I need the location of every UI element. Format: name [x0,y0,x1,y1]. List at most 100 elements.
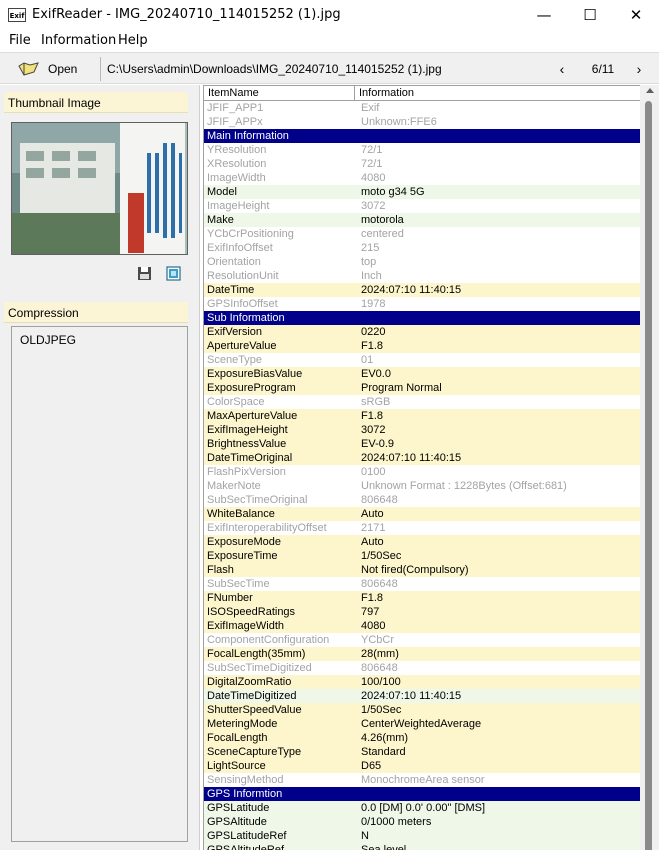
table-row[interactable]: FocalLength(35mm) 28(mm) [204,647,642,661]
column-header-information[interactable]: Information [355,86,641,101]
table-row[interactable]: YResolution 72/1 [204,143,642,157]
table-row[interactable]: JFIF_APP1 Exif [204,101,642,115]
save-icon[interactable] [137,266,152,281]
section-header-row[interactable]: GPS Informtion [204,787,642,801]
item-name-cell: GPSLatitude [207,802,270,814]
table-row[interactable]: SceneType 01 [204,353,642,367]
information-cell: CenterWeightedAverage [361,718,482,730]
table-row[interactable]: Make motorola [204,213,642,227]
open-button[interactable]: Open [18,58,94,80]
table-row[interactable]: DigitalZoomRatio 100/100 [204,675,642,689]
table-row[interactable]: ShutterSpeedValue 1/50Sec [204,703,642,717]
table-row[interactable]: MakerNote Unknown Format : 1228Bytes (Off… [204,479,642,493]
information-cell: 0220 [361,326,386,338]
item-name-cell: ExifImageWidth [207,620,285,632]
table-row[interactable]: WhiteBalance Auto [204,507,642,521]
table-row[interactable]: ColorSpace sRGB [204,395,642,409]
table-row[interactable]: ExifInteroperabilityOffset 2171 [204,521,642,535]
table-row[interactable]: XResolution 72/1 [204,157,642,171]
table-row[interactable]: GPSAltitudeRef Sea level [204,843,642,850]
table-row[interactable]: GPSLatitudeRef N [204,829,642,843]
information-cell: 2024:07:10 11:40:15 [361,452,462,464]
information-cell: Auto [361,508,384,520]
table-header: ItemName Information [204,86,641,101]
table-row[interactable]: Orientation top [204,255,642,269]
information-cell: Unknown:FFE6 [361,116,437,128]
vertical-scrollbar[interactable] [640,85,659,850]
table-row[interactable]: ImageWidth 4080 [204,171,642,185]
table-row[interactable]: SubSecTimeOriginal 806648 [204,493,642,507]
scrollbar-thumb[interactable] [645,101,652,850]
close-button[interactable]: ✕ [613,0,659,30]
section-header-row[interactable]: Sub Information [204,311,642,325]
table-row[interactable]: GPSLatitude 0.0 [DM] 0.0' 0.00" [DMS] [204,801,642,815]
information-cell: EV0.0 [361,368,391,380]
table-row[interactable]: ExposureMode Auto [204,535,642,549]
table-row[interactable]: ExposureTime 1/50Sec [204,549,642,563]
table-row[interactable]: ResolutionUnit Inch [204,269,642,283]
section-header-row[interactable]: Main Information [204,129,642,143]
table-row[interactable]: YCbCrPositioning centered [204,227,642,241]
table-row[interactable]: Flash Not fired(Compulsory) [204,563,642,577]
information-cell: 4080 [361,620,386,632]
next-image-button[interactable]: › [630,60,648,78]
information-cell: centered [361,228,404,240]
information-cell: 1/50Sec [361,550,402,562]
item-name-cell: MeteringMode [207,718,278,730]
table-row[interactable]: SubSecTimeDigitized 806648 [204,661,642,675]
item-name-cell: SceneType [207,354,263,366]
table-row[interactable]: GPSInfoOffset 1978 [204,297,642,311]
table-row[interactable]: GPSAltitude 0/1000 meters [204,815,642,829]
table-row[interactable]: ExifImageHeight 3072 [204,423,642,437]
table-row[interactable]: ExifInfoOffset 215 [204,241,642,255]
information-cell: 806648 [361,578,398,590]
table-row[interactable]: ExposureBiasValue EV0.0 [204,367,642,381]
table-row[interactable]: SensingMethod MonochromeArea sensor [204,773,642,787]
table-row[interactable]: ISOSpeedRatings 797 [204,605,642,619]
table-row[interactable]: FNumber F1.8 [204,591,642,605]
table-row[interactable]: MaxApertureValue F1.8 [204,409,642,423]
menu-file[interactable]: File [9,33,31,48]
information-cell: 3072 [361,200,386,212]
window-title: ExifReader - IMG_20240710_114015252 (1).… [32,7,341,22]
table-row[interactable]: FlashPixVersion 0100 [204,465,642,479]
menu-help[interactable]: Help [118,33,148,48]
information-cell: F1.8 [361,592,384,604]
table-row[interactable]: BrightnessValue EV-0.9 [204,437,642,451]
app-icon: Exif [8,8,26,22]
information-cell: 0100 [361,466,386,478]
maximize-button[interactable]: ☐ [567,0,613,30]
item-name-cell: GPSAltitude [207,816,267,828]
scroll-up-arrow[interactable] [646,88,654,93]
item-name-cell: GPS Informtion [207,788,283,800]
item-name-cell: MaxApertureValue [207,410,298,422]
table-row[interactable]: DateTimeDigitized 2024:07:10 11:40:15 [204,689,642,703]
table-row[interactable]: ApertureValue F1.8 [204,339,642,353]
table-row[interactable]: ExifVersion 0220 [204,325,642,339]
table-row[interactable]: JFIF_APPx Unknown:FFE6 [204,115,642,129]
table-row[interactable]: LightSource D65 [204,759,642,773]
view-image-icon[interactable] [166,266,181,281]
compression-box: OLDJPEG [11,326,188,842]
item-name-cell: ImageWidth [207,172,266,184]
minimize-button[interactable]: — [521,0,567,30]
table-row[interactable]: FocalLength 4.26(mm) [204,731,642,745]
prev-image-button[interactable]: ‹ [553,60,571,78]
menu-information[interactable]: Information [41,33,116,48]
table-row[interactable]: Model moto g34 5G [204,185,642,199]
table-row[interactable]: ImageHeight 3072 [204,199,642,213]
table-row[interactable]: DateTimeOriginal 2024:07:10 11:40:15 [204,451,642,465]
item-name-cell: ResolutionUnit [207,270,279,282]
table-row[interactable]: ComponentConfiguration YCbCr [204,633,642,647]
page-indicator: 6/11 [591,62,615,76]
table-row[interactable]: ExifImageWidth 4080 [204,619,642,633]
table-row[interactable]: DateTime 2024:07:10 11:40:15 [204,283,642,297]
item-name-cell: WhiteBalance [207,508,275,520]
item-name-cell: ImageHeight [207,200,270,212]
table-row[interactable]: MeteringMode CenterWeightedAverage [204,717,642,731]
information-cell: 2024:07:10 11:40:15 [361,284,462,296]
table-row[interactable]: ExposureProgram Program Normal [204,381,642,395]
column-header-itemname[interactable]: ItemName [204,86,355,101]
table-row[interactable]: SubSecTime 806648 [204,577,642,591]
table-row[interactable]: SceneCaptureType Standard [204,745,642,759]
